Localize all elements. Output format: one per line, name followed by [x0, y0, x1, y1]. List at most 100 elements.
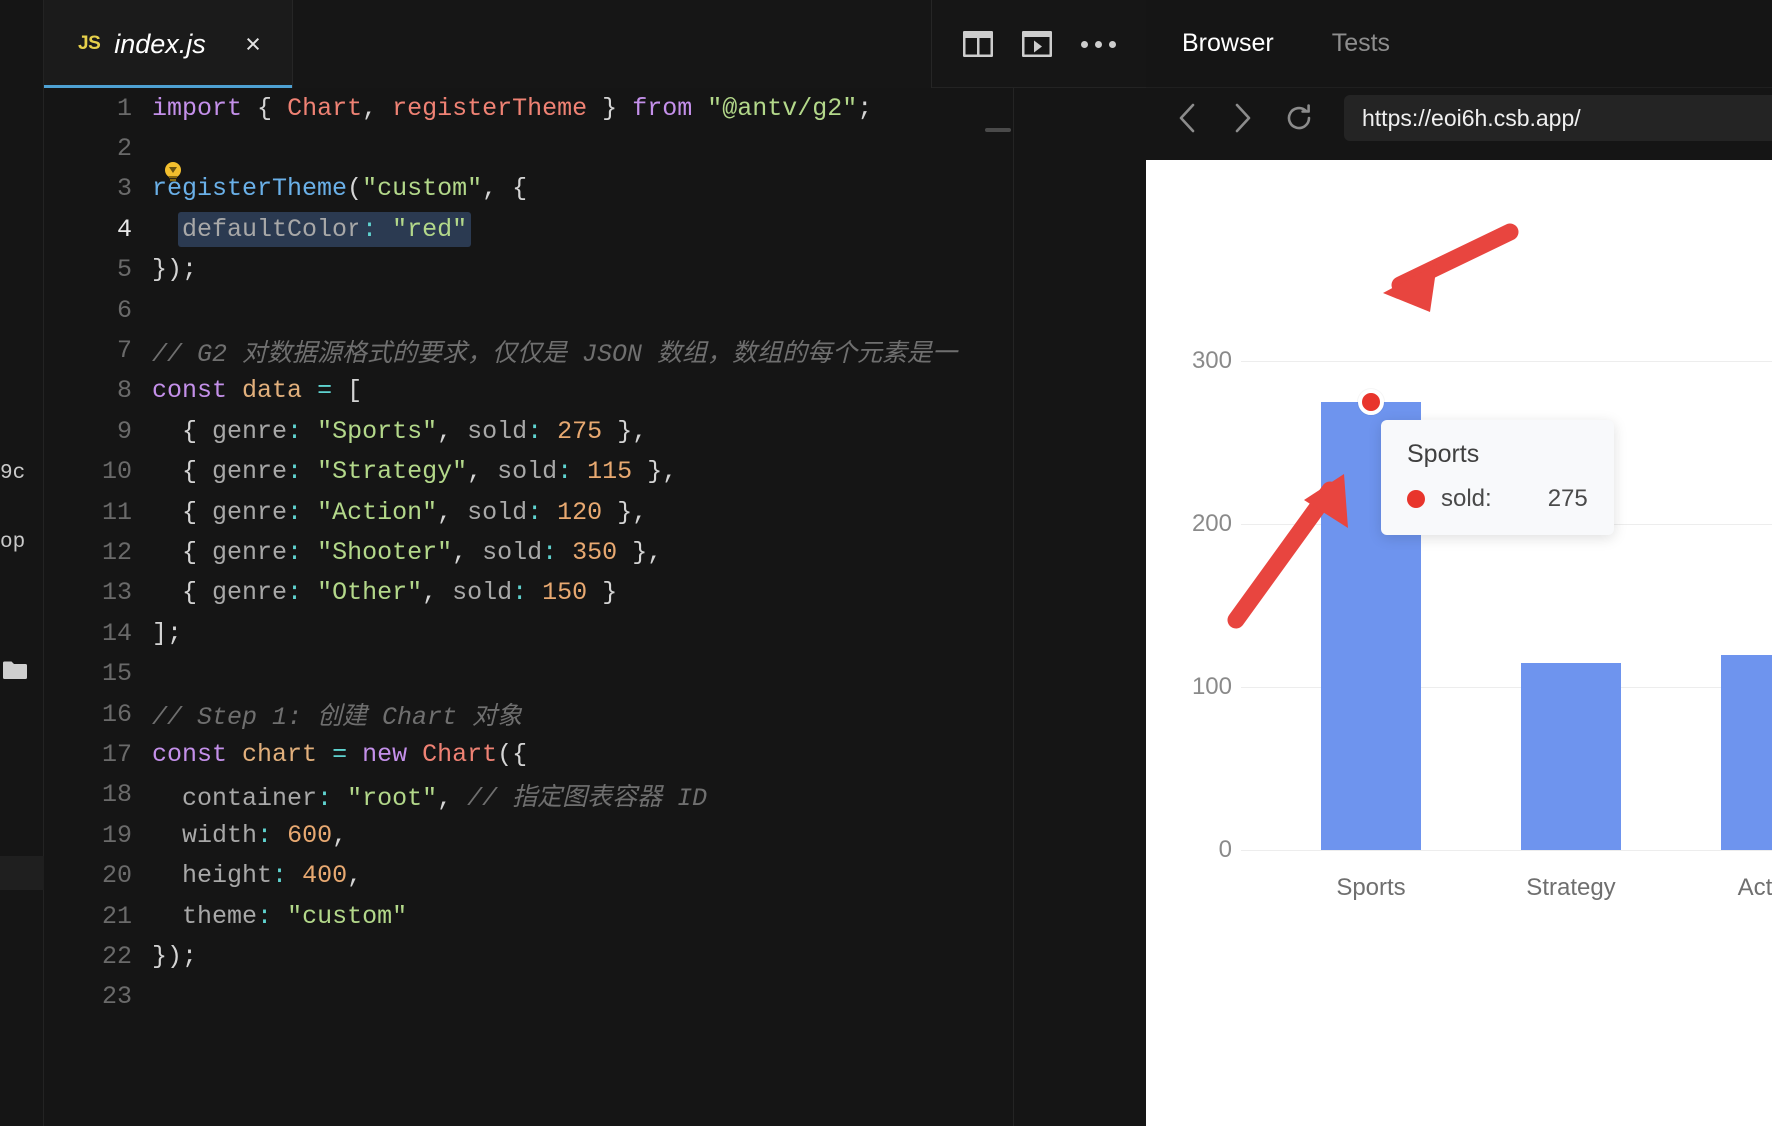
editor-pane: 9c op JS index.js × 1 import {Chart, re…: [0, 0, 1146, 1126]
code-token: :: [257, 820, 273, 850]
code-editor[interactable]: 1 import { Chart, registerTheme } from "@…: [44, 88, 1013, 1126]
code-line[interactable]: 10 { genre: "Strategy", sold: 115 },: [44, 452, 1013, 492]
line-number: 16: [101, 699, 132, 729]
tab-browser[interactable]: Browser: [1182, 29, 1274, 58]
code-token: {: [152, 497, 213, 527]
code-token: 115: [587, 457, 633, 487]
code-token: ,: [347, 861, 363, 891]
code-token: :: [527, 497, 543, 527]
tab-tests[interactable]: Tests: [1332, 29, 1390, 58]
line-number: 9: [116, 416, 132, 446]
js-file-icon: JS: [78, 33, 101, 54]
line-number: 7: [116, 336, 132, 366]
split-pane-icon[interactable]: [962, 31, 993, 57]
code-token: {: [152, 537, 213, 567]
line-number: 17: [101, 739, 132, 769]
code-token: Chart: [287, 93, 363, 123]
code-token: ,: [437, 497, 453, 527]
code-line-text: height: 400,: [152, 861, 1013, 890]
grid-line: [1241, 850, 1772, 851]
code-line[interactable]: 14];: [44, 613, 1013, 653]
lightbulb-icon[interactable]: [162, 161, 184, 183]
code-token: const: [152, 376, 228, 406]
code-token: data: [242, 376, 303, 406]
bar-chart[interactable]: 0 100 200 300 Sports Strategy Action: [1146, 160, 1772, 1126]
editor-splitter[interactable]: [1013, 88, 1014, 1126]
code-line[interactable]: 19 width: 600,: [44, 815, 1013, 855]
code-line[interactable]: 16 // Step 1: 创建 Chart 对象: [44, 694, 1013, 734]
code-line-text: defaultColor: "red": [152, 211, 1013, 247]
code-line[interactable]: 2: [44, 128, 1013, 168]
line-number: 8: [116, 376, 132, 406]
bar-strategy[interactable]: [1521, 662, 1621, 850]
code-line[interactable]: 7 // G2 对数据源格式的要求，仅仅是 JSON 数组，数组的每个元素是一: [44, 330, 1013, 370]
code-line-text: const data = [: [152, 376, 1013, 405]
code-line[interactable]: 22});: [44, 936, 1013, 976]
browser-navbar: https://eoi6h.csb.app/: [1146, 88, 1772, 148]
y-axis-tick-label: 200: [1191, 510, 1232, 538]
code-line[interactable]: 11 { genre: "Action", sold: 120 },: [44, 492, 1013, 532]
reload-icon[interactable]: [1282, 101, 1316, 135]
line-number: 20: [101, 861, 132, 891]
code-token: ,: [332, 820, 348, 850]
tooltip-value: 275: [1547, 485, 1588, 513]
code-token: 150: [542, 578, 588, 608]
y-axis-tick-label: 100: [1191, 673, 1232, 701]
bar-action[interactable]: [1721, 654, 1772, 850]
code-token: "root": [347, 783, 438, 813]
code-line[interactable]: 18 container: "root", // 指定图表容器 ID: [44, 775, 1013, 815]
preview-icon[interactable]: [1021, 31, 1052, 57]
code-token: 120: [557, 497, 603, 527]
editor-scrollbar[interactable]: [985, 128, 1011, 132]
code-line[interactable]: 9 { genre: "Sports", sold: 275 },: [44, 411, 1013, 451]
code-token: sold: [452, 578, 513, 608]
rail-ghost-text-1: 9c: [0, 462, 26, 485]
code-line[interactable]: 23: [44, 977, 1013, 1017]
code-line[interactable]: 6: [44, 290, 1013, 330]
code-line[interactable]: 21 theme: "custom": [44, 896, 1013, 936]
code-token: [: [347, 376, 363, 406]
code-line-text: // Step 1: 创建 Chart 对象: [152, 696, 1013, 732]
code-token: registerTheme: [392, 93, 588, 123]
code-token: // G2 对数据源格式的要求，仅仅是 JSON 数组，数组的每个元素是一: [152, 339, 958, 369]
code-token: :: [287, 537, 303, 567]
back-arrow-icon[interactable]: [1170, 101, 1204, 135]
code-token: :: [542, 537, 558, 567]
code-line[interactable]: 15: [44, 653, 1013, 693]
code-token: {: [512, 174, 528, 204]
code-token: genre: [212, 578, 288, 608]
code-line[interactable]: 1 import { Chart, registerTheme } from "@…: [44, 88, 1013, 128]
code-line-text: theme: "custom": [152, 902, 1013, 931]
code-line[interactable]: 8 const data = [: [44, 371, 1013, 411]
folder-icon[interactable]: [2, 660, 28, 680]
code-line[interactable]: 17 const chart = new Chart({: [44, 734, 1013, 774]
x-axis-tick-label: Strategy: [1526, 874, 1616, 901]
code-token: ,: [452, 537, 468, 567]
code-token: ,: [422, 578, 438, 608]
y-axis-tick-label: 0: [1218, 836, 1232, 863]
code-token: ];: [152, 618, 183, 648]
code-line[interactable]: 20 height: 400,: [44, 855, 1013, 895]
close-icon[interactable]: ×: [240, 30, 266, 58]
code-token: defaultColor: [178, 211, 367, 247]
line-number: 3: [116, 174, 132, 204]
code-line[interactable]: 12 { genre: "Shooter", sold: 350 },: [44, 532, 1013, 572]
more-options-icon[interactable]: [1080, 40, 1116, 48]
code-token: :: [527, 416, 543, 446]
code-line[interactable]: 13 { genre: "Other", sold: 150 }: [44, 573, 1013, 613]
code-line[interactable]: 5});: [44, 250, 1013, 290]
url-input[interactable]: https://eoi6h.csb.app/: [1344, 95, 1772, 141]
code-line-text: { genre: "Action", sold: 120 },: [152, 498, 1013, 527]
editor-tab-index-js[interactable]: JS index.js ×: [44, 0, 293, 88]
activity-rail[interactable]: 9c op: [0, 0, 44, 1126]
code-line[interactable]: 3 registerTheme("custom", {: [44, 162, 1013, 209]
forward-arrow-icon[interactable]: [1226, 101, 1260, 135]
code-token: ,: [482, 174, 498, 204]
code-line[interactable]: 4 defaultColor: "red": [44, 209, 1013, 249]
